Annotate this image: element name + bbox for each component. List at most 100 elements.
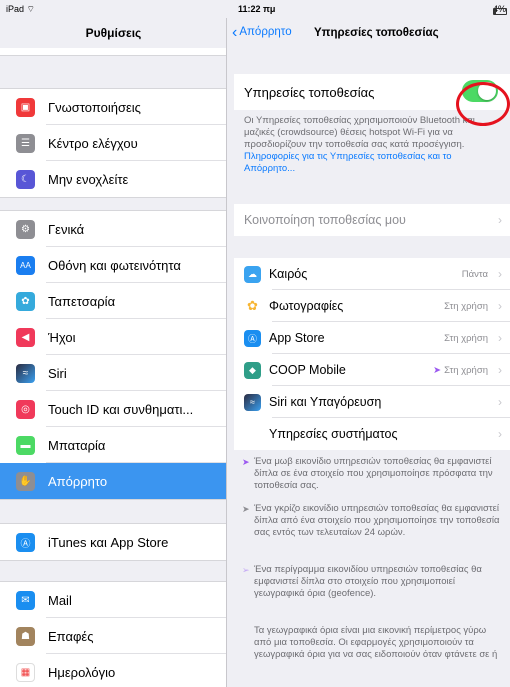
sidebar-item-label: Επαφές — [48, 628, 94, 644]
location-arrow-icon: ➤ — [433, 364, 442, 376]
app-label: Καιρός — [269, 267, 308, 281]
privacy-info-link[interactable]: Πληροφορίες για τις Υπηρεσίες τοποθεσίας… — [244, 151, 452, 174]
settings-sidebar: Ρυθμίσεις ▣ Γνωστοποιήσεις ☰ Κέντρο ελέγ… — [0, 18, 227, 687]
location-description: Οι Υπηρεσίες τοποθεσίας χρησιμοποιούν Bl… — [244, 115, 502, 175]
app-row-app-store[interactable]: Ⓐ App Store Στη χρήση › — [234, 322, 510, 354]
sidebar-item-label: Ήχοι — [48, 329, 76, 345]
sidebar-item-touch-id[interactable]: ◎ Touch ID και συνθηματι... — [0, 391, 226, 427]
app-permission-text: Στη χρήση — [444, 364, 488, 376]
display-icon: AA — [16, 255, 35, 275]
control-center-icon: ☰ — [16, 133, 35, 153]
sidebar-item-label: Οθόνη και φωτεινότητα — [48, 257, 181, 273]
note-text: Τα γεωγραφικά όρια είναι μια εικονική πε… — [254, 625, 498, 660]
note-text: Ένα γκρίζο εικονίδιο υπηρεσιών τοποθεσία… — [254, 503, 500, 538]
mail-icon: ✉ — [16, 590, 35, 610]
speaker-icon: ◀ — [16, 327, 35, 347]
share-location-group: Κοινοποίηση τοποθεσίας μου › — [234, 204, 510, 236]
siri-icon: ≈ — [244, 393, 261, 411]
coop-icon: ◆ — [244, 361, 261, 379]
hand-icon: ✋ — [16, 471, 35, 491]
app-label: App Store — [269, 331, 325, 345]
app-permission: Στη χρήση — [444, 333, 488, 344]
app-label: Υπηρεσίες συστήματος — [269, 427, 398, 441]
sidebar-item-general[interactable]: ⚙ Γενικά — [0, 211, 226, 247]
sidebar-group-1: ▣ Γνωστοποιήσεις ☰ Κέντρο ελέγχου ☾ Μην … — [0, 88, 226, 198]
sidebar-item-label: Ημερολόγιο — [48, 664, 116, 680]
app-label: Siri και Υπαγόρευση — [269, 395, 382, 409]
sidebar-item-label: Μην ενοχλείτε — [48, 171, 129, 187]
page-title: Υπηρεσίες τοποθεσίας — [314, 27, 439, 39]
moon-icon: ☾ — [16, 169, 35, 189]
app-permission-text: Στη χρήση — [444, 332, 488, 344]
chevron-left-icon: ‹ — [232, 23, 238, 41]
location-services-label: Υπηρεσίες τοποθεσίας — [244, 84, 375, 100]
sidebar-item-label: Mail — [48, 592, 72, 608]
note-text: Ένα μωβ εικονίδιο υπηρεσιών τοποθεσίας θ… — [254, 456, 493, 491]
note-outline: ➢ Ένα περίγραμμα εικονιδίου υπηρεσιών το… — [242, 564, 504, 600]
share-location-row[interactable]: Κοινοποίηση τοποθεσίας μου › — [234, 204, 510, 236]
note-purple: ➤ Ένα μωβ εικονίδιο υπηρεσιών τοποθεσίας… — [242, 456, 504, 492]
sidebar-item-contacts[interactable]: ☗ Επαφές — [0, 618, 226, 654]
location-arrow-outline-icon: ➢ — [242, 565, 250, 575]
apps-group: ☁ Καιρός Πάντα › ✿ Φωτογραφίες Στη χρήση… — [234, 258, 510, 450]
share-location-label: Κοινοποίηση τοποθεσίας μου — [244, 213, 406, 227]
notifications-icon: ▣ — [16, 97, 35, 117]
sidebar-group-2: ⚙ Γενικά AA Οθόνη και φωτεινότητα ✿ Ταπε… — [0, 210, 226, 500]
sidebar-item-control-center[interactable]: ☰ Κέντρο ελέγχου — [0, 125, 226, 161]
app-row-weather[interactable]: ☁ Καιρός Πάντα › — [234, 258, 510, 290]
chevron-right-icon: › — [498, 331, 502, 345]
sidebar-item-calendar[interactable]: ▦ Ημερολόγιο — [0, 654, 226, 687]
app-permission-text: Στη χρήση — [444, 300, 488, 312]
calendar-icon: ▦ — [16, 662, 35, 682]
sidebar-item-siri[interactable]: ≈ Siri — [0, 355, 226, 391]
chevron-right-icon: › — [498, 213, 502, 227]
gear-icon: ⚙ — [16, 219, 35, 239]
highlight-circle — [456, 82, 510, 126]
device-label: iPad ⌔ — [6, 4, 35, 14]
app-label: COOP Mobile — [269, 363, 346, 377]
sidebar-scrolled-row[interactable] — [0, 48, 226, 56]
note-text: Ένα περίγραμμα εικονιδίου υπηρεσιών τοπο… — [254, 564, 482, 599]
chevron-right-icon: › — [498, 267, 502, 281]
app-label: Φωτογραφίες — [269, 299, 344, 313]
sidebar-title: Ρυθμίσεις — [85, 26, 142, 40]
app-row-photos[interactable]: ✿ Φωτογραφίες Στη χρήση › — [234, 290, 510, 322]
back-label: Απόρρητο — [239, 26, 292, 38]
back-button[interactable]: ‹ Απόρρητο — [232, 23, 292, 41]
app-row-coop-mobile[interactable]: ◆ COOP Mobile ➤ Στη χρήση › — [234, 354, 510, 386]
nav-bar: ‹ Απόρρητο Υπηρεσίες τοποθεσίας — [228, 18, 510, 48]
sidebar-group-3: Ⓐ iTunes και App Store — [0, 523, 226, 561]
app-row-system-services[interactable]: Υπηρεσίες συστήματος › — [234, 418, 510, 450]
note-gray: ➤ Ένα γκρίζο εικονίδιο υπηρεσιών τοποθεσ… — [242, 503, 504, 539]
wallpaper-icon: ✿ — [16, 291, 35, 311]
sidebar-item-privacy[interactable]: ✋ Απόρρητο — [0, 463, 226, 499]
sidebar-item-label: Μπαταρία — [48, 437, 106, 453]
sidebar-item-label: Κέντρο ελέγχου — [48, 135, 138, 151]
app-permission-text: Πάντα — [461, 268, 488, 280]
sidebar-item-notifications[interactable]: ▣ Γνωστοποιήσεις — [0, 89, 226, 125]
app-row-siri[interactable]: ≈ Siri και Υπαγόρευση › — [234, 386, 510, 418]
sidebar-item-mail[interactable]: ✉ Mail — [0, 582, 226, 618]
description-text: Οι Υπηρεσίες τοποθεσίας χρησιμοποιούν Bl… — [244, 115, 475, 150]
app-permission: Στη χρήση — [444, 301, 488, 312]
sidebar-item-label: Ταπετσαρία — [48, 293, 116, 309]
sidebar-item-display[interactable]: AA Οθόνη και φωτεινότητα — [0, 247, 226, 283]
status-bar: iPad ⌔ 11:22 πμ 4% — [0, 0, 510, 18]
sidebar-item-itunes[interactable]: Ⓐ iTunes και App Store — [0, 524, 226, 560]
sidebar-item-battery[interactable]: ▬ Μπαταρία — [0, 427, 226, 463]
sidebar-item-label: Touch ID και συνθηματι... — [48, 401, 194, 417]
siri-icon: ≈ — [16, 363, 35, 383]
battery-indicator: 4% — [492, 4, 507, 15]
location-arrow-gray-icon: ➤ — [242, 504, 250, 514]
weather-icon: ☁ — [244, 265, 261, 283]
contacts-icon: ☗ — [16, 626, 35, 646]
sidebar-item-do-not-disturb[interactable]: ☾ Μην ενοχλείτε — [0, 161, 226, 197]
sidebar-item-wallpaper[interactable]: ✿ Ταπετσαρία — [0, 283, 226, 319]
sidebar-item-sounds[interactable]: ◀ Ήχοι — [0, 319, 226, 355]
app-store-icon: Ⓐ — [16, 532, 35, 552]
chevron-right-icon: › — [498, 427, 502, 441]
wifi-icon: ⌔ — [26, 4, 35, 14]
location-arrow-purple-icon: ➤ — [242, 457, 250, 467]
chevron-right-icon: › — [498, 299, 502, 313]
fingerprint-icon: ◎ — [16, 399, 35, 419]
